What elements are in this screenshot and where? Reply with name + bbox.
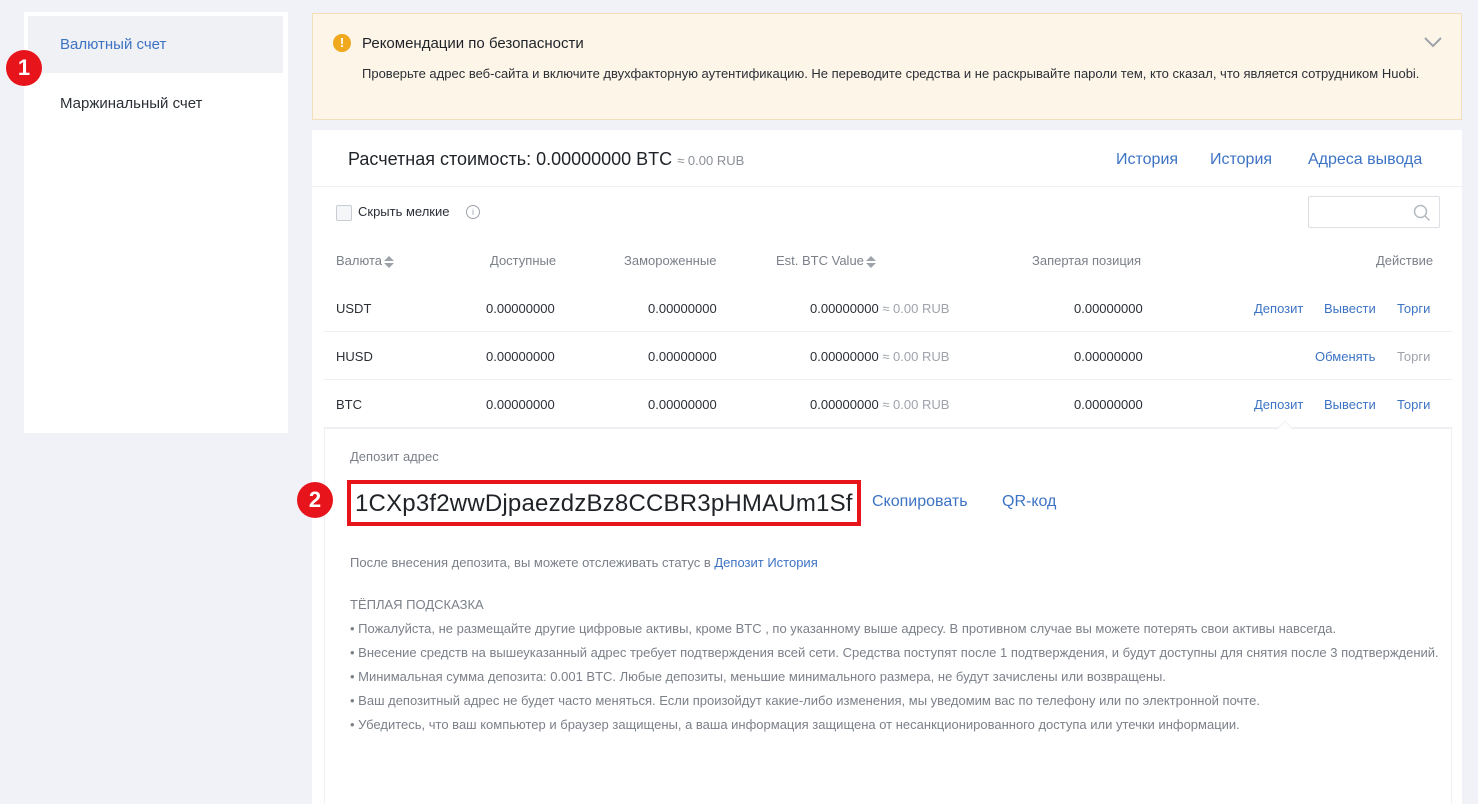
estimated-value: Расчетная стоимость: 0.00000000 BTC ≈ 0.… (348, 149, 744, 170)
deposit-status-text: После внесения депозита, вы можете отсле… (350, 555, 711, 570)
available-cell: 0.00000000 (486, 349, 555, 364)
available-cell: 0.00000000 (486, 301, 555, 316)
frozen-cell: 0.00000000 (648, 349, 717, 364)
tip-item: • Ваш депозитный адрес не будет часто ме… (350, 693, 1260, 708)
btc-value-rub: ≈ 0.00 RUB (882, 397, 950, 412)
btc-value-rub: ≈ 0.00 RUB (882, 301, 950, 316)
info-icon[interactable]: i (466, 205, 480, 219)
withdraw-button[interactable]: Вывести (1324, 301, 1376, 316)
deposit-address-highlight: 1CXp3f2wwDjpaezdzBz8CCBR3pHMAUm1Sf (347, 480, 861, 526)
deposit-history-link[interactable]: Депозит История (714, 555, 817, 570)
column-action: Действие (1376, 253, 1434, 268)
hide-small-checkbox[interactable] (336, 205, 352, 221)
sort-icon[interactable] (865, 255, 876, 268)
table-row: HUSD 0.00000000 0.00000000 0.00000000 ≈ … (324, 332, 1452, 380)
history-link-1[interactable]: История (1116, 151, 1178, 169)
history-link-2[interactable]: История (1210, 151, 1272, 169)
sidebar-item-currency-account[interactable]: Валютный счет (28, 16, 283, 73)
sort-icon[interactable] (384, 255, 394, 268)
column-btc-value-label: Est. BTC Value (776, 253, 864, 268)
banner-text: Проверьте адрес веб-сайта и включите дву… (362, 66, 1420, 81)
tip-item: • Пожалуйста, не размещайте другие цифро… (350, 621, 1337, 636)
deposit-address[interactable]: 1CXp3f2wwDjpaezdzBz8CCBR3pHMAUm1Sf (355, 490, 853, 518)
warm-tips: ТЁПЛАЯ ПОДСКАЗКА • Пожалуйста, не размещ… (350, 593, 1440, 737)
deposit-button[interactable]: Депозит (1254, 301, 1303, 316)
btc-value-cell: 0.00000000 ≈ 0.00 RUB (810, 397, 949, 412)
withdraw-button[interactable]: Вывести (1324, 397, 1376, 412)
deposit-status-note: После внесения депозита, вы можете отсле… (350, 555, 818, 570)
estimated-value-rub: ≈ 0.00 RUB (677, 153, 745, 168)
assets-panel: Расчетная стоимость: 0.00000000 BTC ≈ 0.… (312, 130, 1462, 804)
step-marker-2: 2 (297, 482, 333, 518)
search-input[interactable] (1308, 196, 1440, 228)
btc-value-cell: 0.00000000 ≈ 0.00 RUB (810, 349, 949, 364)
tip-item: • Минимальная сумма депозита: 0.001 BTC.… (350, 669, 1166, 684)
btc-value-rub: ≈ 0.00 RUB (882, 349, 950, 364)
withdraw-addresses-link[interactable]: Адреса вывода (1308, 151, 1422, 169)
column-available: Доступные (490, 253, 557, 268)
search-icon (1413, 204, 1431, 222)
chevron-down-icon[interactable] (1423, 32, 1443, 52)
deposit-address-label: Депозит адрес (350, 449, 439, 464)
locked-cell: 0.00000000 (1074, 349, 1143, 364)
trade-button[interactable]: Торги (1397, 397, 1430, 412)
available-cell: 0.00000000 (486, 397, 555, 412)
column-locked: Запертая позиция (1032, 253, 1142, 268)
trade-button[interactable]: Торги (1397, 301, 1430, 316)
exchange-button[interactable]: Обменять (1315, 349, 1375, 364)
tip-item: • Убедитесь, что ваш компьютер и браузер… (350, 717, 1240, 732)
qr-code-button[interactable]: QR-код (1002, 493, 1056, 511)
btc-value: 0.00000000 (810, 301, 879, 316)
frozen-cell: 0.00000000 (648, 397, 717, 412)
locked-cell: 0.00000000 (1074, 301, 1143, 316)
step-marker-1: 1 (6, 50, 42, 86)
panel-header: Расчетная стоимость: 0.00000000 BTC ≈ 0.… (312, 130, 1462, 187)
tips-title: ТЁПЛАЯ ПОДСКАЗКА (350, 597, 484, 612)
column-btc-value[interactable]: Est. BTC Value (776, 253, 876, 268)
btc-value-cell: 0.00000000 ≈ 0.00 RUB (810, 301, 949, 316)
account-sidebar: Валютный счет Маржинальный счет (24, 12, 288, 433)
currency-cell: BTC (336, 397, 362, 412)
column-currency-label: Валюта (336, 253, 382, 268)
tip-item: • Внесение средств на вышеуказанный адре… (350, 645, 1439, 660)
warning-icon: ! (333, 34, 351, 52)
sidebar-item-margin-account[interactable]: Маржинальный счет (28, 75, 283, 132)
hide-small-label[interactable]: Скрыть мелкие (358, 204, 450, 219)
frozen-cell: 0.00000000 (648, 301, 717, 316)
deposit-button[interactable]: Депозит (1254, 397, 1303, 412)
banner-title: Рекомендации по безопасности (362, 35, 584, 52)
column-frozen: Замороженные (624, 253, 717, 268)
btc-value: 0.00000000 (810, 397, 879, 412)
locked-cell: 0.00000000 (1074, 397, 1143, 412)
currency-cell: HUSD (336, 349, 373, 364)
btc-value: 0.00000000 (810, 349, 879, 364)
currency-cell: USDT (336, 301, 372, 316)
deposit-panel: Депозит адрес 1CXp3f2wwDjpaezdzBz8CCBR3p… (324, 420, 1452, 804)
column-currency[interactable]: Валюта (336, 253, 394, 268)
trade-button[interactable]: Торги (1397, 349, 1430, 364)
table-row: USDT 0.00000000 0.00000000 0.00000000 ≈ … (324, 284, 1452, 332)
copy-address-button[interactable]: Скопировать (872, 493, 968, 511)
security-banner: ! Рекомендации по безопасности Проверьте… (312, 13, 1462, 120)
estimated-value-btc: Расчетная стоимость: 0.00000000 BTC (348, 149, 673, 169)
